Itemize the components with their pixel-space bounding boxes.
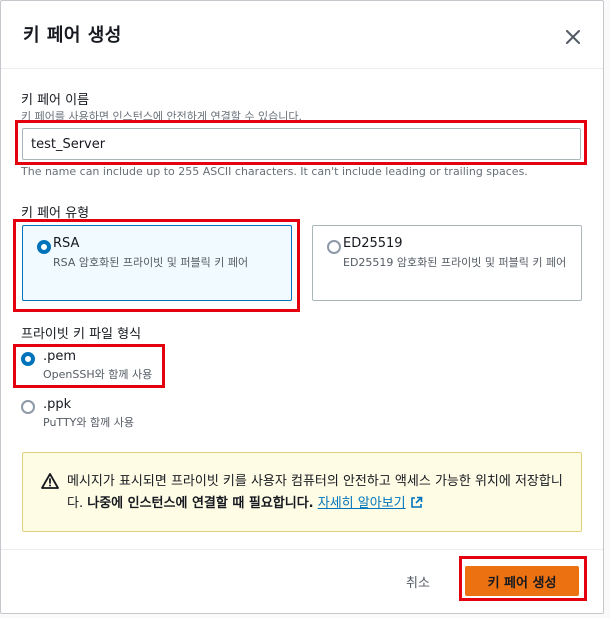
- warning-icon: [41, 473, 59, 489]
- option-description: PuTTY와 함께 사용: [43, 416, 134, 429]
- external-link-icon: [410, 496, 422, 508]
- learn-more-link[interactable]: 자세히 알아보기: [318, 496, 423, 511]
- page: 키 페어 생성 키 페어 이름 키 페어를 사용하면 인스턴스에 안전하게 연결…: [0, 0, 610, 618]
- option-title: .ppk: [43, 397, 72, 412]
- cancel-button[interactable]: 취소: [389, 570, 447, 592]
- radio-ed25519[interactable]: [327, 240, 341, 254]
- radio-pem[interactable]: [21, 352, 35, 366]
- file-format-label: 프라이빗 키 파일 형식: [21, 327, 142, 342]
- tile-title: ED25519: [343, 236, 403, 251]
- learn-more-link-label: 자세히 알아보기: [317, 496, 406, 511]
- option-description: OpenSSH와 함께 사용: [43, 368, 153, 381]
- key-type-tile-ed25519[interactable]: ED25519 ED25519 암호화된 프라이빗 및 퍼블릭 키 페어: [312, 225, 582, 301]
- alert-bold-message: 나중에 인스턴스에 연결할 때 필요합니다.: [87, 496, 314, 511]
- tile-description: ED25519 암호화된 프라이빗 및 퍼블릭 키 페어: [343, 256, 567, 269]
- file-format-option-ppk[interactable]: .ppk PuTTY와 함께 사용: [21, 397, 161, 433]
- modal-header: 키 페어 생성: [1, 1, 603, 69]
- key-name-input[interactable]: [22, 128, 581, 160]
- tile-title: RSA: [53, 236, 80, 251]
- close-button[interactable]: [561, 25, 585, 49]
- tile-description: RSA 암호화된 프라이빗 및 퍼블릭 키 페어: [53, 256, 249, 269]
- key-name-constraint: The name can include up to 255 ASCII cha…: [21, 165, 528, 178]
- key-type-tile-rsa[interactable]: RSA RSA 암호화된 프라이빗 및 퍼블릭 키 페어: [22, 225, 292, 301]
- warning-alert: 메시지가 표시되면 프라이빗 키를 사용자 컴퓨터의 안전하고 액세스 가능한 …: [22, 452, 582, 532]
- alert-text: 메시지가 표시되면 프라이빗 키를 사용자 컴퓨터의 안전하고 액세스 가능한 …: [67, 471, 567, 515]
- key-name-description: 키 페어를 사용하면 인스턴스에 안전하게 연결할 수 있습니다.: [21, 110, 302, 123]
- key-type-label: 키 페어 유형: [21, 206, 90, 221]
- close-icon: [566, 30, 580, 44]
- key-name-label: 키 페어 이름: [21, 93, 90, 108]
- create-key-pair-button[interactable]: 키 페어 생성: [465, 566, 579, 596]
- modal-title: 키 페어 생성: [23, 25, 122, 46]
- option-title: .pem: [43, 349, 77, 364]
- file-format-option-pem[interactable]: .pem OpenSSH와 함께 사용: [21, 349, 161, 385]
- create-key-pair-modal: 키 페어 생성 키 페어 이름 키 페어를 사용하면 인스턴스에 안전하게 연결…: [0, 0, 604, 614]
- radio-ppk[interactable]: [21, 400, 35, 414]
- radio-rsa[interactable]: [37, 240, 51, 254]
